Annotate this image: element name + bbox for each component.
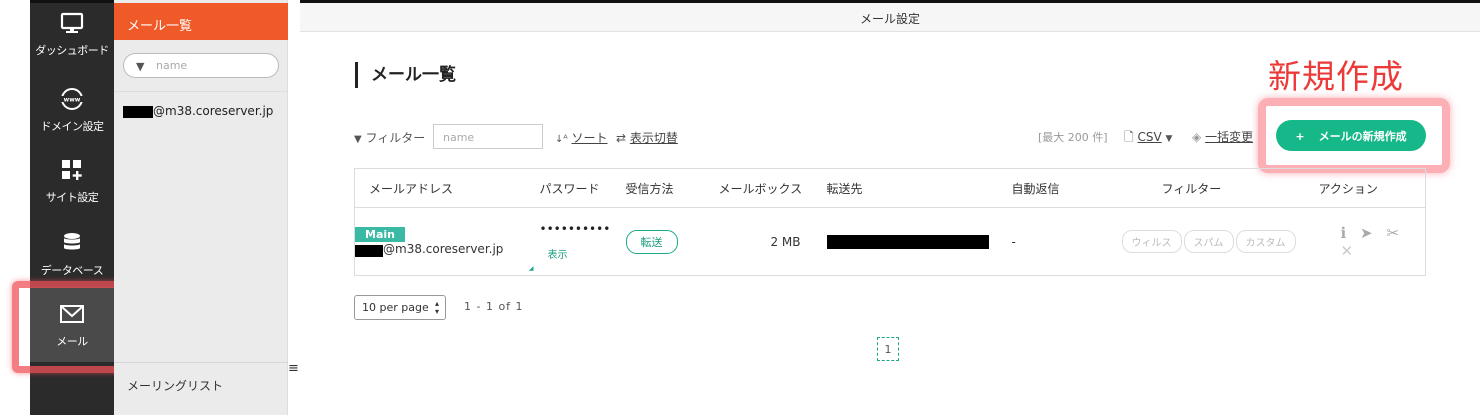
caret-down-icon: ▼ — [1165, 134, 1173, 144]
topbar: メール設定 — [300, 0, 1480, 32]
mail-table: メールアドレス パスワード 受信方法 メールボックス 転送先 自動返信 フィルタ… — [354, 168, 1426, 276]
col-header-mailbox: メールボックス — [703, 168, 827, 208]
swap-arrows-icon: ⇄ — [616, 131, 627, 145]
sort-icon: ↓ᴬ — [555, 134, 568, 145]
create-mail-button[interactable]: + メールの新規作成 — [1276, 120, 1426, 151]
bulk-edit-label: 一括変更 — [1205, 130, 1254, 144]
corner-mark-icon: ◢ — [528, 265, 534, 272]
redacted-forward-address — [826, 234, 989, 249]
search-placeholder: name — [156, 59, 188, 72]
forward-cell — [826, 208, 1012, 276]
csv-label: CSV — [1137, 130, 1162, 144]
nav-item-site[interactable]: サイト設定 — [30, 157, 114, 227]
method-badge[interactable]: 転送 — [625, 229, 678, 254]
layers-icon: ◈ — [1192, 130, 1202, 144]
show-password-link[interactable]: 表示 — [540, 246, 626, 261]
filter-spam-badge[interactable]: スパム — [1183, 230, 1234, 253]
funnel-icon: ▼ — [136, 60, 145, 73]
filter-input[interactable]: name — [433, 124, 543, 149]
col-header-autoreply: 自動返信 — [1011, 168, 1122, 208]
toggle-view-label: 表示切替 — [629, 131, 678, 145]
nav-label: ドメイン設定 — [40, 120, 105, 133]
send-icon[interactable]: ➤ — [1360, 224, 1373, 242]
col-header-method: 受信方法 — [625, 168, 704, 208]
nav-label: サイト設定 — [45, 191, 99, 204]
col-header-password: パスワード — [539, 168, 626, 208]
per-page-value: 10 per page — [362, 301, 429, 314]
nav-item-domain[interactable]: www ドメイン設定 — [30, 86, 114, 156]
grid-plus-icon — [62, 160, 82, 180]
filter-custom-badge[interactable]: カスタム — [1235, 230, 1296, 253]
result-count: 1 - 1 of 1 — [464, 300, 524, 313]
nav-top-line — [30, 0, 114, 3]
plus-icon: + — [1295, 130, 1305, 143]
create-mail-label: メールの新規作成 — [1318, 130, 1407, 143]
email-cell: Main @m38.coreserver.jp ◢ — [355, 208, 540, 276]
autoreply-cell: - — [1011, 234, 1016, 249]
select-arrows-icon: ▴ ▾ — [434, 299, 439, 316]
www-globe-icon: www — [61, 88, 83, 110]
sort-label: ソート — [571, 131, 608, 145]
divider — [114, 91, 288, 92]
svg-text:www: www — [64, 96, 81, 103]
main-badge: Main — [355, 226, 405, 242]
nav-item-dashboard[interactable]: ダッシュボード — [30, 10, 114, 80]
filter-label: ▼ フィルター — [354, 129, 425, 146]
panel-header[interactable]: メール一覧 — [114, 3, 288, 40]
toggle-view-button[interactable]: ⇄ 表示切替 — [616, 129, 678, 146]
bulk-edit-button[interactable]: ◈ 一括変更 — [1192, 128, 1253, 145]
funnel-icon: ▼ — [354, 134, 362, 145]
monitor-icon — [60, 12, 84, 33]
document-icon: 🗋 — [1124, 130, 1134, 144]
topbar-title: メール設定 — [859, 12, 920, 26]
mail-list-panel: メール一覧 ▼ name @m38.coreserver.jp メーリングリスト — [114, 0, 288, 415]
divider — [114, 362, 288, 363]
password-cell: •••••••••• 表示 — [540, 208, 626, 276]
method-cell: 転送 — [625, 208, 704, 276]
col-header-actions: アクション — [1306, 168, 1426, 208]
csv-dropdown[interactable]: 🗋 CSV ▼ — [1124, 128, 1172, 149]
hamburger-icon[interactable]: ≡ — [288, 361, 299, 376]
nav-label: データベース — [40, 264, 104, 277]
page-button-1[interactable]: 1 — [877, 337, 899, 361]
page-title: メール一覧 — [355, 62, 456, 88]
per-page-select[interactable]: 10 per page ▴ ▾ — [354, 295, 446, 320]
password-dots: •••••••••• — [539, 222, 611, 236]
filter-placeholder: name — [443, 131, 475, 144]
redacted-block — [123, 105, 153, 118]
panel-item-mailing-list[interactable]: メーリングリスト — [127, 377, 223, 394]
table-header-row: メールアドレス パスワード 受信方法 メールボックス 転送先 自動返信 フィルタ… — [354, 168, 1426, 208]
nav-label: ダッシュボード — [35, 44, 109, 57]
filter-virus-badge[interactable]: ウィルス — [1121, 230, 1182, 253]
panel-list-item[interactable]: @m38.coreserver.jp — [123, 104, 273, 118]
col-header-email[interactable]: メールアドレス — [354, 168, 540, 208]
row-email[interactable]: @m38.coreserver.jp — [383, 242, 503, 256]
filter-label-text: フィルター — [365, 131, 426, 145]
col-header-filter: フィルター — [1121, 168, 1307, 208]
filter-cell: ウィルス スパム カスタム — [1121, 208, 1307, 276]
annotation-label: 新規作成 — [1268, 57, 1404, 96]
info-icon[interactable]: ℹ — [1341, 224, 1347, 242]
panel-search-input[interactable]: ▼ name — [123, 53, 279, 78]
close-icon[interactable]: ✕ — [1341, 242, 1354, 260]
tools-icon[interactable]: ✂ — [1386, 224, 1399, 242]
actions-cell: ℹ ➤ ✂ ✕ — [1307, 208, 1426, 276]
database-icon — [64, 233, 80, 250]
sort-button[interactable]: ↓ᴬ ソート — [555, 129, 608, 146]
table-row[interactable]: Main @m38.coreserver.jp ◢ •••••••••• 表示 … — [355, 208, 1426, 276]
panel-email-label: @m38.coreserver.jp — [153, 104, 274, 118]
redacted-block — [355, 244, 383, 257]
max-count-label: [最大 200 件] — [1038, 131, 1108, 144]
col-header-forward: 転送先 — [826, 168, 1012, 208]
mailbox-cell: 2 MB — [770, 234, 801, 249]
